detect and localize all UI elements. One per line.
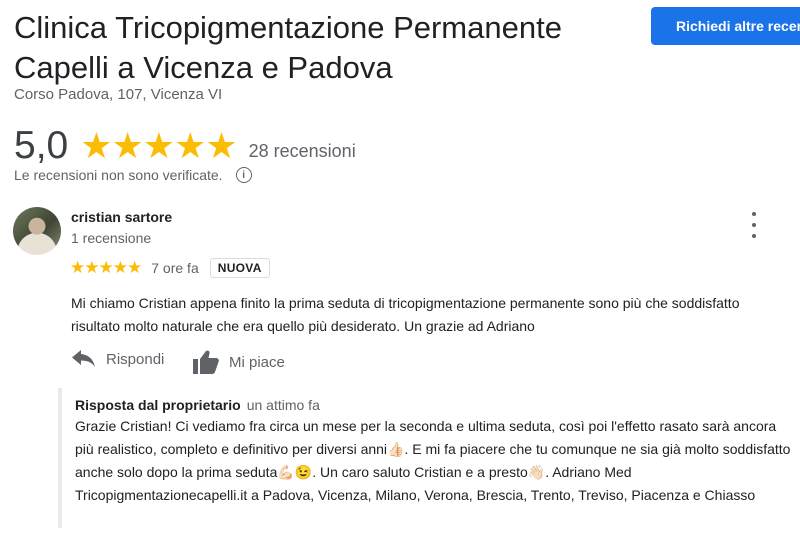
unverified-label: Le recensioni non sono verificate. <box>14 167 223 183</box>
review-stars: ★ ★ ★ ★ ★ <box>70 258 143 278</box>
star-icon: ★ <box>127 258 143 277</box>
like-button[interactable]: Mi piace <box>193 350 285 374</box>
more-vert-icon[interactable] <box>746 212 762 238</box>
reply-button[interactable]: Rispondi <box>72 350 164 368</box>
business-name: Clinica Tricopigmentazione Permanente Ca… <box>14 10 562 85</box>
star-icon: ★ <box>174 125 207 166</box>
reply-label: Rispondi <box>106 350 165 368</box>
star-icon: ★ <box>111 125 144 166</box>
star-icon: ★ <box>80 125 113 166</box>
like-label: Mi piace <box>229 353 285 371</box>
unverified-note: Le recensioni non sono verificate. i <box>14 167 252 183</box>
review-count[interactable]: 28 recensioni <box>249 131 356 162</box>
star-icon: ★ <box>84 258 100 277</box>
star-icon: ★ <box>205 125 238 166</box>
reviewer-name[interactable]: cristian sartore <box>71 209 172 225</box>
business-address: Corso Padova, 107, Vicenza VI <box>14 86 223 103</box>
rating-summary: 5,0 ★ ★ ★ ★ ★ 28 recensioni <box>14 124 356 168</box>
rating-stars: ★ ★ ★ ★ ★ <box>80 125 238 166</box>
thumb-up-icon <box>193 350 219 374</box>
owner-reply-label: Risposta dal proprietario <box>75 397 241 413</box>
owner-reply-text: Grazie Cristian! Ci vediamo fra circa un… <box>75 418 791 503</box>
review-time: 7 ore fa <box>151 260 199 276</box>
request-reviews-button[interactable]: Richiedi altre recensioni <box>651 7 800 45</box>
review-text: Mi chiamo Cristian appena finito la prim… <box>71 295 740 334</box>
star-icon: ★ <box>98 258 114 277</box>
avatar[interactable] <box>13 207 61 255</box>
info-icon[interactable]: i <box>235 167 252 183</box>
new-badge: NUOVA <box>209 258 270 278</box>
rating-score: 5,0 <box>14 124 69 167</box>
star-icon: ★ <box>142 125 176 166</box>
reviewer-review-count: 1 recensione <box>71 230 152 246</box>
owner-reply-time: un attimo fa <box>246 397 320 413</box>
review-meta: ★ ★ ★ ★ ★ 7 ore fa NUOVA <box>70 258 270 278</box>
owner-reply: Risposta dal proprietario un attimo fa G… <box>58 388 800 528</box>
star-icon: ★ <box>70 258 86 277</box>
reply-icon <box>72 350 95 367</box>
star-icon: ★ <box>112 258 128 277</box>
